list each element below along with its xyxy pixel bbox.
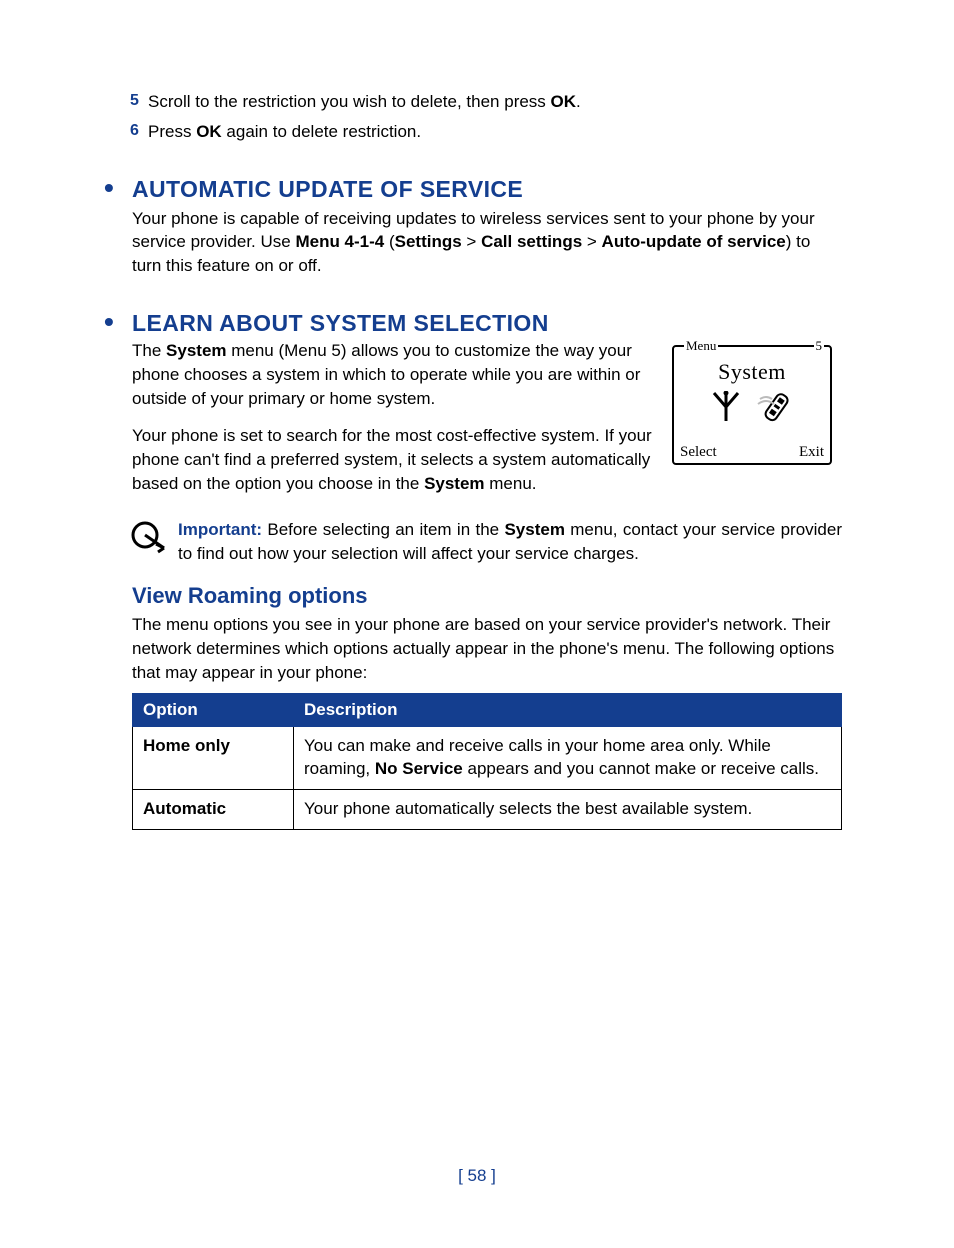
system-section-body: The System menu (Menu 5) allows you to c… [132, 339, 842, 510]
step-5: 5 Scroll to the restriction you wish to … [130, 90, 842, 114]
phone-menu-header: Menu 5 [684, 338, 824, 354]
col-option: Option [133, 693, 294, 726]
cell-description: You can make and receive calls in your h… [294, 726, 842, 789]
cell-option: Automatic [133, 789, 294, 829]
heading-roaming-options: View Roaming options [132, 583, 842, 609]
table-row: Home only You can make and receive calls… [133, 726, 842, 789]
bullet-icon: • [104, 174, 132, 202]
antenna-signal-icon [708, 391, 744, 425]
phone-header-rule [722, 345, 809, 347]
system-text: The System menu (Menu 5) allows you to c… [132, 339, 658, 510]
important-text: Important: Before selecting an item in t… [178, 518, 842, 566]
phone-softkey-right: Exit [799, 444, 824, 461]
table-row: Automatic Your phone automatically selec… [133, 789, 842, 829]
cell-option: Home only [133, 726, 294, 789]
step-6: 6 Press OK again to delete restriction. [130, 120, 842, 144]
step-number: 5 [130, 90, 148, 114]
phone-screen-illustration: Menu 5 System [672, 345, 832, 465]
important-icon [130, 520, 166, 561]
bullet-icon: • [104, 308, 132, 336]
heading-system-selection: • LEARN ABOUT SYSTEM SELECTION [112, 308, 842, 337]
col-description: Description [294, 693, 842, 726]
cell-description: Your phone automatically selects the bes… [294, 789, 842, 829]
phone-softkeys: Select Exit [680, 444, 824, 461]
roaming-intro: The menu options you see in your phone a… [132, 613, 842, 684]
important-callout: Important: Before selecting an item in t… [130, 518, 842, 566]
roaming-options-table: Option Description Home only You can mak… [132, 693, 842, 830]
step-text: Press OK again to delete restriction. [148, 120, 842, 144]
phone-menu-label: Menu [684, 338, 718, 354]
important-label: Important: [178, 520, 262, 539]
table-header-row: Option Description [133, 693, 842, 726]
manual-page: 5 Scroll to the restriction you wish to … [0, 0, 954, 1248]
page-number: [ 58 ] [0, 1166, 954, 1186]
phone-title: System [674, 359, 830, 385]
heading-text: AUTOMATIC UPDATE OF SERVICE [132, 176, 523, 203]
phone-icons [674, 391, 830, 425]
phone-menu-number: 5 [814, 338, 825, 354]
step-number: 6 [130, 120, 148, 144]
phone-softkey-left: Select [680, 444, 717, 461]
heading-automatic-update: • AUTOMATIC UPDATE OF SERVICE [112, 174, 842, 203]
heading-text: LEARN ABOUT SYSTEM SELECTION [132, 310, 549, 337]
phone-handset-icon [756, 391, 796, 425]
auto-update-paragraph: Your phone is capable of receiving updat… [132, 207, 842, 278]
step-text: Scroll to the restriction you wish to de… [148, 90, 842, 114]
